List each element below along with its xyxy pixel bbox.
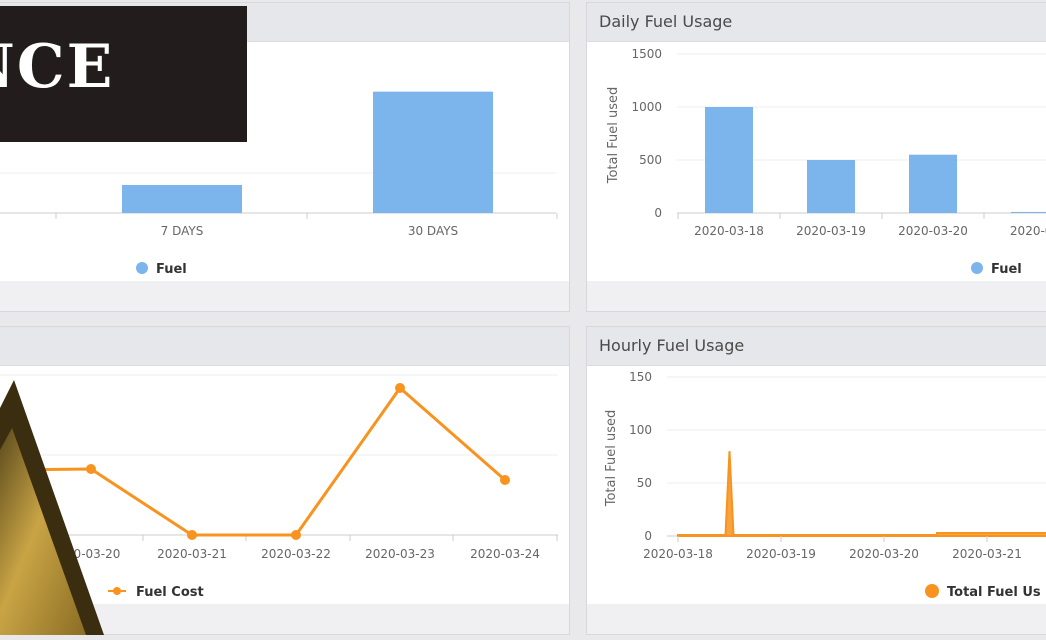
y-tick-label: 0 (654, 206, 662, 220)
x-tick-label: 2020-03-22 (261, 547, 331, 561)
legend-marker (113, 587, 121, 595)
legend-marker (136, 262, 148, 274)
bar-2020-03-20 (909, 154, 957, 213)
x-tick-label: 2020-03-20 (849, 547, 919, 561)
y-tick-label: 500 (639, 153, 662, 167)
y-tick-label: 1500 (631, 47, 662, 61)
y-tick-label: 100 (629, 423, 652, 437)
legend-marker (925, 584, 939, 598)
x-tick-label: 2020-03-23 (365, 547, 435, 561)
panel-footer (587, 604, 1046, 634)
x-tick-label: 2020-03-19 (746, 547, 816, 561)
y-tick-label: 1000 (631, 100, 662, 114)
x-tick-label: 2020-03 (1010, 224, 1046, 238)
y-tick-label: 150 (629, 370, 652, 384)
y-axis-label: Total Fuel used (606, 87, 621, 185)
x-tick-label: 2020-03-21 (157, 547, 227, 561)
bar-7-days (122, 185, 242, 213)
hourly-fuel-area (677, 451, 1046, 537)
overlay-banner: NCE (0, 6, 247, 142)
legend-label: Fuel (991, 262, 1022, 277)
legend-label: Total Fuel Us (947, 585, 1041, 600)
y-tick-label: 50 (637, 476, 652, 490)
x-tick-label: 7 DAYS (161, 224, 204, 238)
chart-daily-fuel: 1500 1000 500 0 Total Fuel used 2020-03-… (606, 47, 1046, 277)
gold-stripe (0, 428, 86, 635)
bar-30-days (373, 91, 493, 213)
legend-label: Fuel Cost (136, 585, 204, 600)
y-tick-label: 0 (644, 529, 652, 543)
data-point-2020-03-24 (500, 475, 510, 485)
panel-hourly-fuel: Hourly Fuel Usage 150 100 50 0 Total Fue… (586, 326, 1046, 635)
data-point-2020-03-21 (187, 530, 197, 540)
legend-label: Fuel (156, 262, 187, 277)
gold-decoration (0, 380, 104, 635)
bar-2020-03 (1011, 211, 1046, 213)
x-tick-label: 2020-03-19 (796, 224, 866, 238)
bar-2020-03-19 (807, 160, 855, 213)
panel-footer (0, 281, 569, 311)
panel-footer (587, 281, 1046, 311)
x-tick-label: 2020-03-18 (643, 547, 713, 561)
y-axis-label: Total Fuel used (604, 410, 619, 508)
chart-hourly-fuel: 150 100 50 0 Total Fuel used 2020-03-18 2… (604, 370, 1046, 600)
panel-daily-fuel: Daily Fuel Usage 1500 1000 500 0 Total F… (586, 2, 1046, 312)
legend-marker (971, 262, 983, 274)
x-tick-label: 30 DAYS (408, 224, 458, 238)
bar-2020-03-18 (705, 107, 753, 213)
x-tick-label: 2020-03-21 (952, 547, 1022, 561)
x-tick-label: 2020-03-24 (470, 547, 540, 561)
x-tick-label: 2020-03-18 (694, 224, 764, 238)
data-point-2020-03-23 (395, 383, 405, 393)
data-point-2020-03-22 (291, 530, 301, 540)
x-tick-label: 2020-03-20 (898, 224, 968, 238)
banner-text: NCE (0, 32, 115, 102)
